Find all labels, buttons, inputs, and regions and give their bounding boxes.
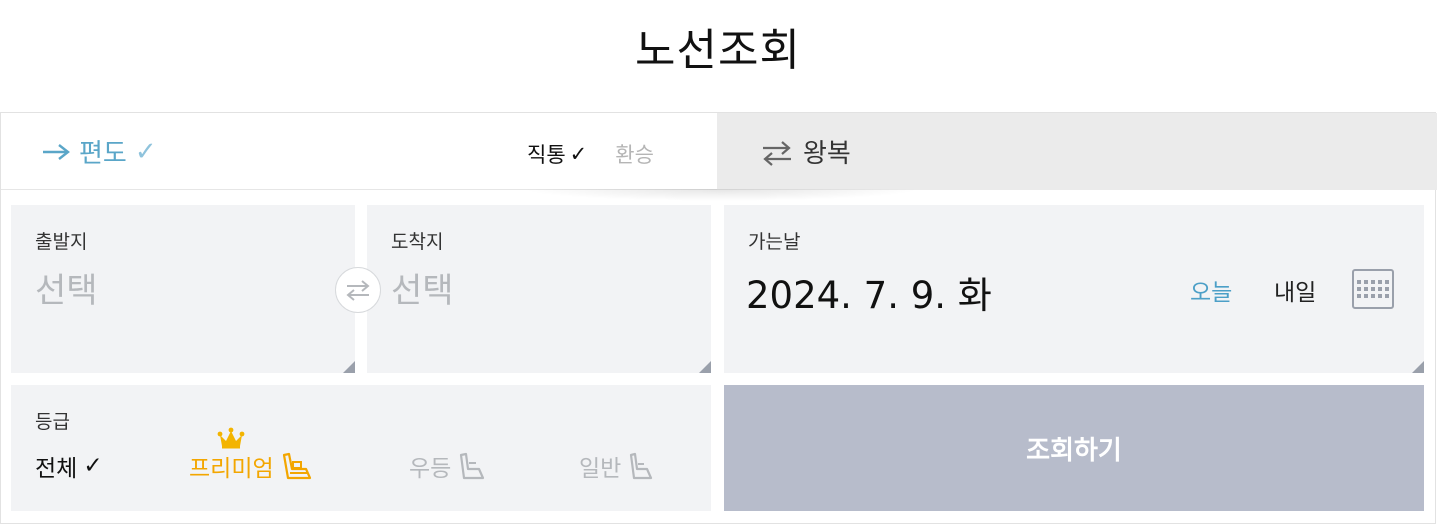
grade-option-label: 전체 [35,456,78,482]
tab-roundtrip-area: 왕복 [717,113,1437,190]
seat-icon [460,452,485,480]
date-value: 2024. 7. 9. 화 [746,274,992,317]
departure-field[interactable]: 출발지 선택 [11,205,355,373]
crown-icon [217,427,245,449]
swap-arrows-icon [763,140,791,166]
grade-option-premium[interactable]: 프리미엄 [189,449,314,483]
tab-oneway-area: 편도 ✓ 직통 ✓ 환승 [1,113,717,190]
date-label: 가는날 [748,231,801,253]
departure-value: 선택 [35,271,98,311]
grade-label: 등급 [35,411,70,433]
corner-marker [343,361,355,373]
arrival-field[interactable]: 도착지 선택 [367,205,711,373]
grade-option-label: 프리미엄 [189,456,274,482]
page-title: 노선조회 [635,25,801,76]
seat-icon [282,452,311,480]
date-field[interactable]: 가는날 2024. 7. 9. 화 오늘 내일 [724,205,1424,373]
grade-option-label: 일반 [579,456,622,482]
arrow-right-icon [43,143,70,160]
corner-marker [699,361,711,373]
search-button[interactable]: 조회하기 [724,385,1424,511]
option-direct[interactable]: 직통 ✓ [527,139,587,169]
check-icon: ✓ [134,136,157,167]
arrival-value: 선택 [391,271,454,311]
today-button[interactable]: 오늘 [1190,273,1232,307]
check-icon: ✓ [83,453,103,479]
tab-roundtrip-label: 왕복 [803,139,851,169]
tab-shadow [521,189,921,201]
swap-arrows-icon [346,280,370,301]
swap-locations-button[interactable] [335,267,381,313]
grade-option-all[interactable]: 전체 ✓ [35,449,103,483]
option-direct-label: 직통 [527,143,566,167]
tab-oneway-label: 편도 [79,139,127,169]
seat-icon [630,452,653,480]
route-options: 직통 ✓ 환승 [527,139,654,169]
route-search-panel: 편도 ✓ 직통 ✓ 환승 왕복 출발지 선택 도착지 선택 가는날 2024. … [0,112,1437,524]
grade-option-economy[interactable]: 일반 [579,449,655,483]
tomorrow-button[interactable]: 내일 [1274,273,1316,307]
departure-label: 출발지 [35,231,88,253]
tab-roundtrip[interactable]: 왕복 [761,133,851,170]
check-icon: ✓ [569,142,588,166]
corner-marker [1412,361,1424,373]
grade-field: 등급 전체 ✓ 프리미엄 우등 일반 [11,385,711,511]
grade-options: 전체 ✓ 프리미엄 우등 일반 [35,449,695,489]
grade-option-prestige[interactable]: 우등 [409,449,487,483]
option-transfer[interactable]: 환승 [615,139,654,169]
grade-option-label: 우등 [409,456,452,482]
tab-oneway[interactable]: 편도 ✓ [41,133,157,170]
arrival-label: 도착지 [391,231,444,253]
calendar-icon[interactable] [1352,269,1394,309]
